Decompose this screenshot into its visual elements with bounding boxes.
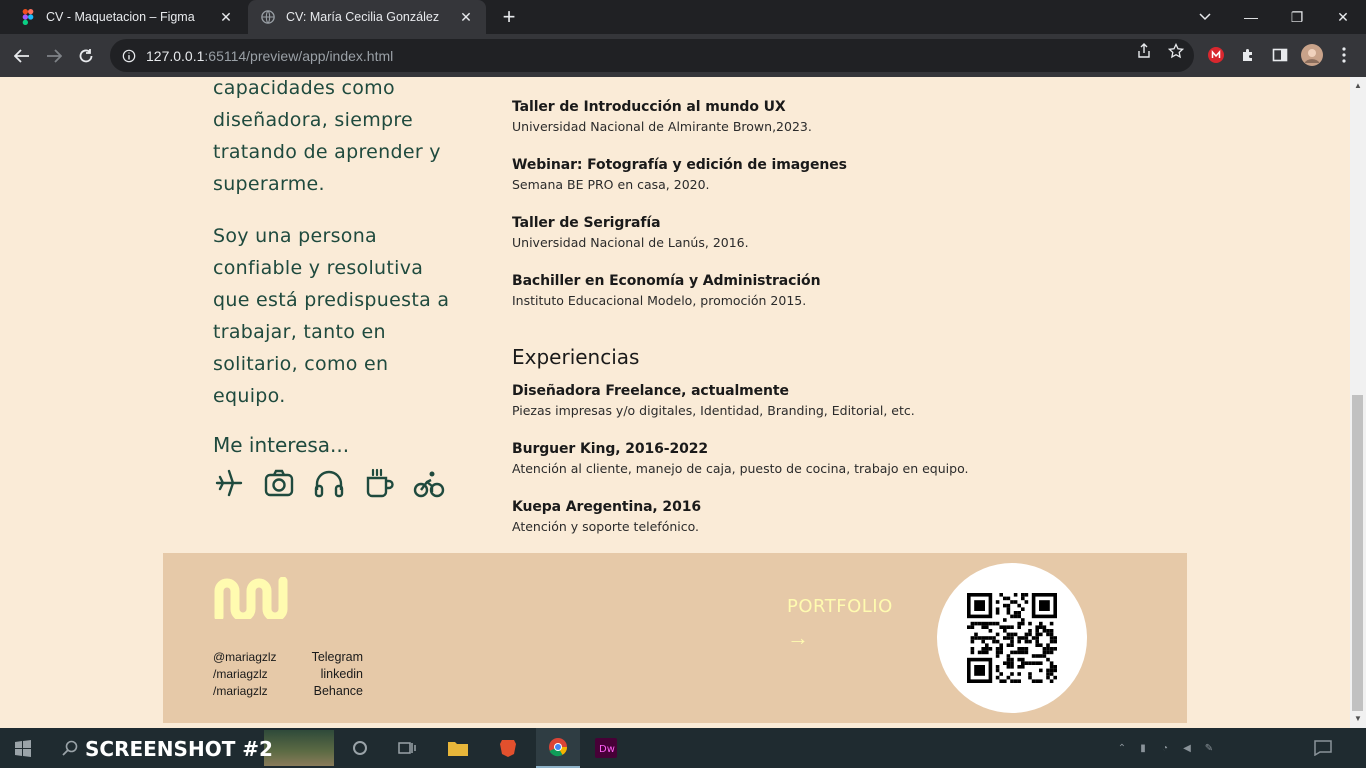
experience-subtitle: Piezas impresas y/o digitales, Identidad… bbox=[512, 403, 915, 418]
handle-telegram: @mariagzlz bbox=[213, 650, 277, 664]
scroll-down-arrow-icon[interactable]: ▼ bbox=[1350, 712, 1366, 726]
back-button[interactable] bbox=[8, 42, 36, 70]
headphones-icon bbox=[314, 470, 344, 498]
notifications-icon[interactable] bbox=[1314, 728, 1332, 768]
reload-button[interactable] bbox=[72, 42, 100, 70]
screenshot-watermark: SCREENSHOT #2 bbox=[85, 737, 273, 761]
education-title: Bachiller en Economía y Administración bbox=[512, 273, 821, 289]
airplane-icon bbox=[215, 469, 243, 497]
experience-item: Kuepa Aregentina, 2016 Atención y soport… bbox=[512, 499, 701, 534]
education-item: Bachiller en Economía y Administración I… bbox=[512, 273, 821, 308]
qr-code[interactable] bbox=[937, 563, 1087, 713]
chevron-down-icon[interactable] bbox=[1194, 6, 1216, 28]
coffee-icon bbox=[366, 468, 394, 498]
url-path: :65114/preview/app/index.html bbox=[204, 47, 394, 64]
tab-figma[interactable]: CV - Maquetacion – Figma ✕ bbox=[8, 0, 246, 34]
address-bar[interactable]: 127.0.0.1:65114/preview/app/index.html bbox=[110, 39, 1194, 72]
file-explorer-icon[interactable] bbox=[440, 728, 476, 768]
about-paragraph-1: capacidades como diseñadora, siempre tra… bbox=[213, 77, 441, 195]
page-content: capacidades como diseñadora, siempre tra… bbox=[0, 77, 1350, 728]
kebab-menu-icon[interactable] bbox=[1334, 45, 1354, 65]
link-telegram[interactable]: Telegram bbox=[309, 649, 363, 666]
education-item: Taller de Introducción al mundo UX Unive… bbox=[512, 99, 812, 134]
tab-cv[interactable]: CV: María Cecilia González ✕ bbox=[248, 0, 486, 34]
dreamweaver-icon[interactable]: Dw bbox=[584, 728, 628, 768]
page-footer: @mariagzlz /mariagzlz /mariagzlz Telegra… bbox=[163, 553, 1187, 723]
education-title: Taller de Introducción al mundo UX bbox=[512, 99, 786, 115]
chevron-up-icon[interactable]: ⌃ bbox=[1112, 743, 1132, 754]
education-subtitle: Semana BE PRO en casa, 2020. bbox=[512, 177, 710, 192]
education-subtitle: Instituto Educacional Modelo, promoción … bbox=[512, 293, 807, 308]
education-title: Taller de Serigrafía bbox=[512, 215, 661, 231]
scroll-up-arrow-icon[interactable]: ▲ bbox=[1350, 79, 1366, 93]
close-icon[interactable]: ✕ bbox=[218, 9, 234, 25]
info-icon[interactable] bbox=[120, 47, 138, 65]
svg-text:Dw: Dw bbox=[599, 744, 615, 755]
interests-icons bbox=[213, 466, 445, 500]
tab-label: CV: María Cecilia González bbox=[286, 10, 440, 24]
arrow-right-icon[interactable]: → bbox=[787, 625, 809, 651]
globe-icon bbox=[260, 9, 276, 25]
new-tab-button[interactable]: + bbox=[498, 6, 520, 28]
restore-button[interactable]: ❐ bbox=[1274, 0, 1320, 34]
link-linkedin[interactable]: linkedin bbox=[309, 666, 363, 683]
experience-item: Diseñadora Freelance, actualmente Piezas… bbox=[512, 383, 915, 418]
experience-title: Diseñadora Freelance, actualmente bbox=[512, 383, 789, 399]
education-subtitle: Universidad Nacional de Lanús, 2016. bbox=[512, 235, 749, 250]
education-subtitle: Universidad Nacional de Almirante Brown,… bbox=[512, 119, 812, 134]
portfolio-link[interactable]: PORTFOLIO bbox=[787, 596, 893, 617]
browser-toolbar: 127.0.0.1:65114/preview/app/index.html bbox=[0, 34, 1366, 77]
share-icon[interactable] bbox=[1134, 41, 1154, 61]
logo-mark bbox=[214, 577, 288, 619]
social-networks: Telegram linkedin Behance bbox=[309, 649, 363, 700]
education-item: Taller de Serigrafía Universidad Naciona… bbox=[512, 215, 749, 250]
system-tray: ⌃ ▮ ◔ ◀ ✎ bbox=[1112, 728, 1220, 768]
url-text: 127.0.0.1:65114/preview/app/index.html bbox=[146, 48, 393, 64]
bicycle-icon bbox=[413, 471, 445, 498]
about-paragraph-2: Soy una persona confiable y resolutiva q… bbox=[213, 225, 450, 407]
minimize-button[interactable]: — bbox=[1228, 0, 1274, 34]
pen-icon[interactable]: ✎ bbox=[1198, 743, 1220, 754]
search-icon bbox=[62, 740, 78, 756]
experience-title: Burguer King, 2016-2022 bbox=[512, 441, 709, 457]
experience-heading: Experiencias bbox=[512, 345, 640, 369]
education-item: Webinar: Fotografía y edición de imagene… bbox=[512, 157, 847, 192]
experience-subtitle: Atención y soporte telefónico. bbox=[512, 519, 700, 534]
tab-strip: CV - Maquetacion – Figma ✕ CV: María Cec… bbox=[0, 0, 1366, 34]
brave-browser-icon[interactable] bbox=[490, 728, 526, 768]
window-close-button[interactable]: ✕ bbox=[1320, 0, 1366, 34]
side-panel-icon[interactable] bbox=[1270, 45, 1290, 65]
experience-item: Burguer King, 2016-2022 Atención al clie… bbox=[512, 441, 968, 476]
qr-code-image bbox=[967, 593, 1057, 683]
avatar[interactable] bbox=[1300, 43, 1324, 67]
handle-behance: /mariagzlz bbox=[213, 684, 268, 698]
figma-icon bbox=[20, 9, 36, 25]
tab-label: CV - Maquetacion – Figma bbox=[46, 10, 195, 24]
interests-title: Me interesa... bbox=[213, 433, 350, 457]
taskbar-thumbnail[interactable] bbox=[262, 728, 336, 768]
windows-start-icon[interactable] bbox=[0, 728, 46, 768]
experience-subtitle: Atención al cliente, manejo de caja, pue… bbox=[512, 461, 969, 476]
camera-icon bbox=[264, 469, 294, 497]
chrome-taskbar-icon[interactable] bbox=[536, 728, 580, 768]
scrollbar-thumb[interactable] bbox=[1352, 395, 1363, 711]
cortana-icon[interactable] bbox=[345, 728, 375, 768]
page-scrollbar[interactable]: ▲ ▼ bbox=[1350, 77, 1366, 728]
mega-extension-icon[interactable] bbox=[1206, 45, 1226, 65]
extensions-puzzle-icon[interactable] bbox=[1238, 45, 1258, 65]
network-icon[interactable]: ◔ bbox=[1154, 743, 1176, 754]
link-behance[interactable]: Behance bbox=[309, 683, 363, 700]
social-handles: @mariagzlz /mariagzlz /mariagzlz bbox=[213, 649, 277, 700]
forward-button[interactable] bbox=[40, 42, 68, 70]
education-title: Webinar: Fotografía y edición de imagene… bbox=[512, 157, 847, 173]
task-view-icon[interactable] bbox=[392, 728, 422, 768]
bookmark-star-icon[interactable] bbox=[1166, 41, 1186, 61]
url-host: 127.0.0.1 bbox=[146, 47, 205, 64]
battery-icon[interactable]: ▮ bbox=[1132, 743, 1154, 754]
handle-linkedin: /mariagzlz bbox=[213, 667, 268, 681]
close-icon[interactable]: ✕ bbox=[458, 9, 474, 25]
experience-title: Kuepa Aregentina, 2016 bbox=[512, 499, 701, 515]
volume-icon[interactable]: ◀ bbox=[1176, 743, 1198, 754]
